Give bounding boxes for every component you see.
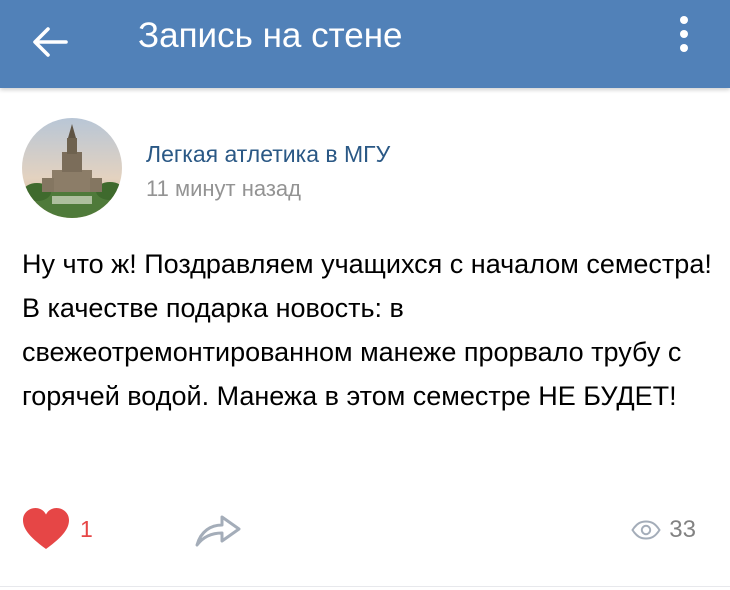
share-icon (195, 515, 241, 547)
divider (0, 586, 730, 587)
heart-icon (23, 508, 69, 549)
views-count: 33 (669, 516, 696, 543)
app-bar: Запись на стене (0, 0, 730, 88)
community-avatar[interactable] (22, 118, 122, 218)
more-options-button[interactable] (662, 12, 706, 56)
page-title: Запись на стене (138, 16, 403, 55)
arrow-left-icon (33, 27, 68, 57)
back-button[interactable] (22, 14, 78, 70)
eye-icon (631, 520, 661, 540)
author-name-link[interactable]: Легкая атлетика в МГУ (146, 140, 390, 168)
post-actions: 1 33 (0, 500, 730, 560)
building-photo-avatar (22, 118, 122, 218)
post-timestamp: 11 минут назад (146, 176, 301, 201)
view-counter: 33 (631, 512, 696, 548)
more-vertical-icon (680, 16, 688, 52)
like-count: 1 (80, 515, 93, 542)
post-text: Ну что ж! Поздравляем учащихся с началом… (22, 249, 712, 411)
like-button[interactable]: 1 (22, 506, 93, 552)
share-button[interactable] (190, 506, 246, 552)
post-header: Легкая атлетика в МГУ 11 минут назад (0, 118, 730, 220)
